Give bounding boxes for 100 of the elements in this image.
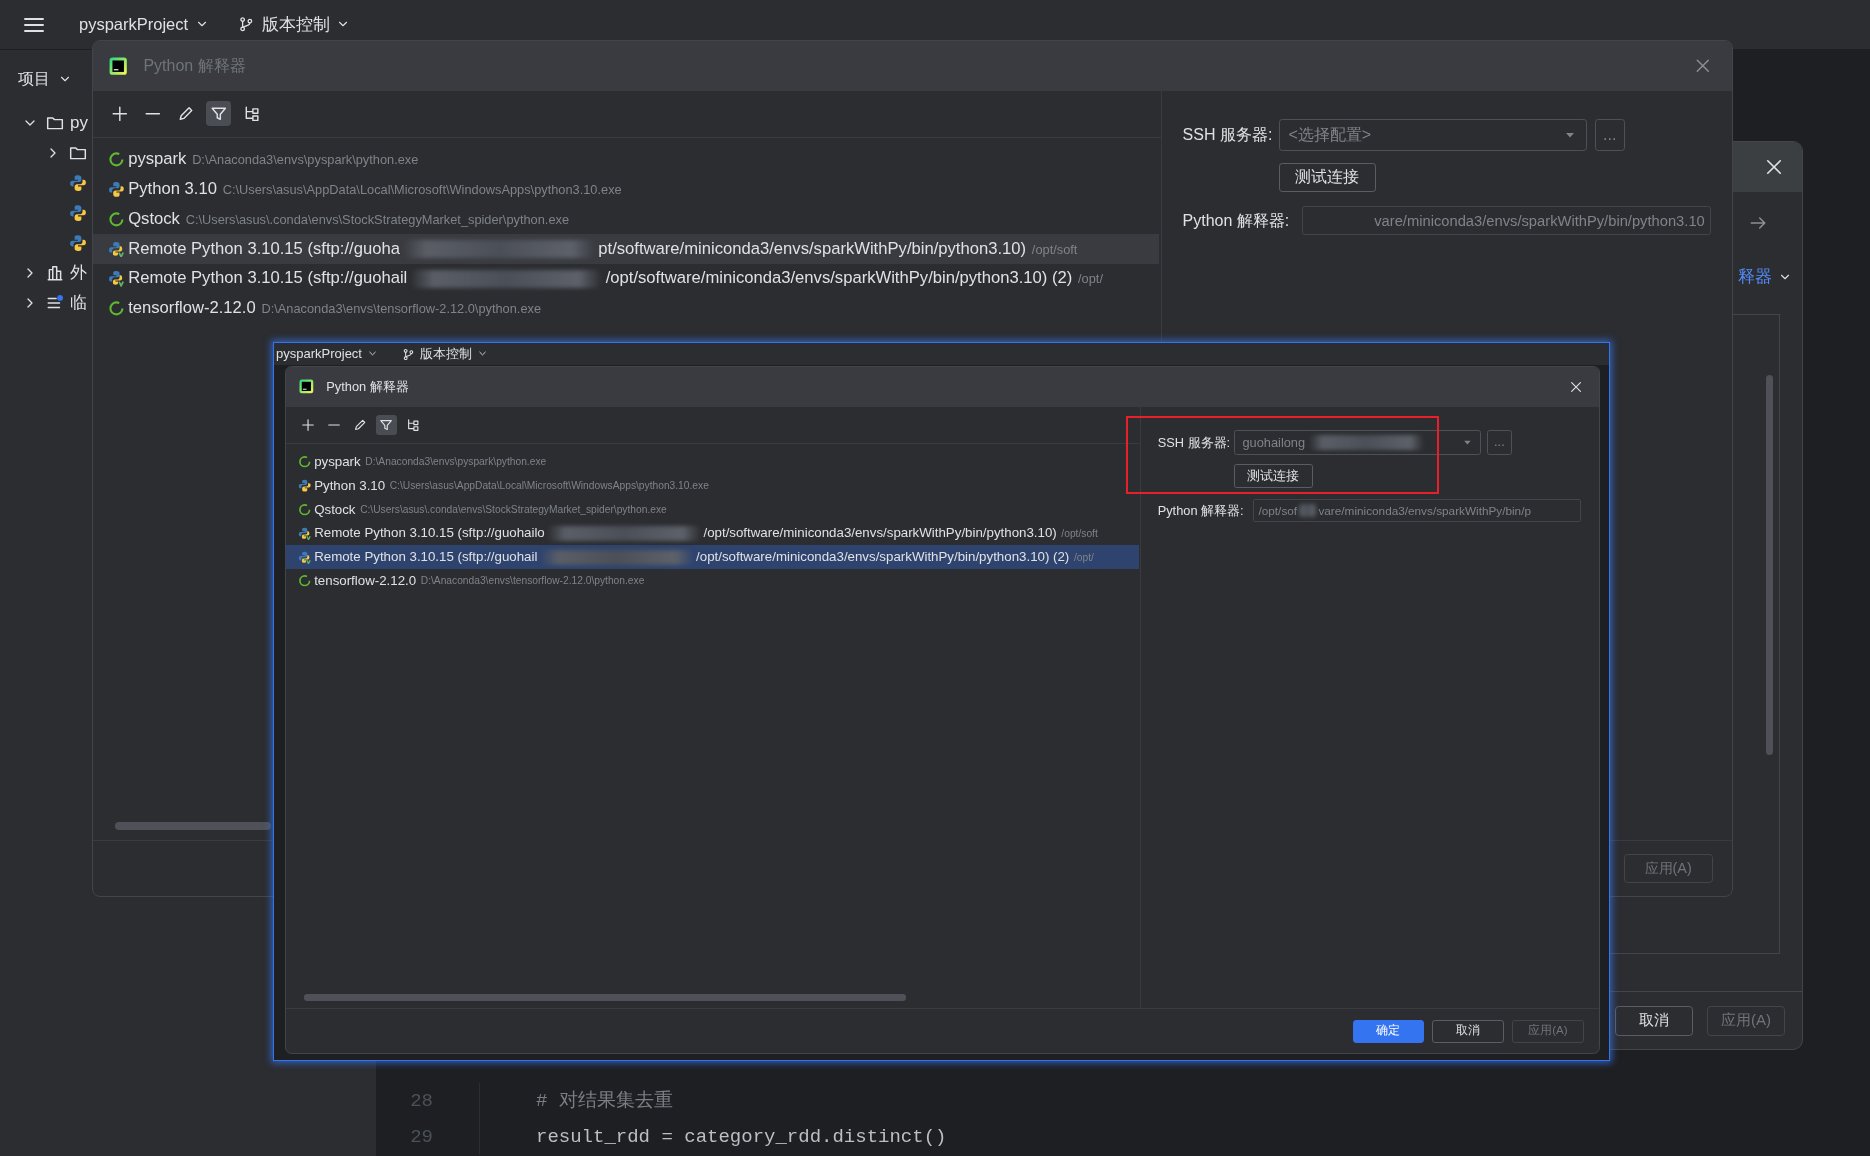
bar-chart-icon	[46, 264, 64, 282]
tree-icon[interactable]	[405, 418, 420, 433]
interpreter-row[interactable]: Python 3.10 C:\Users\asus\AppData\Local\Microsoft\WindowsApps\python3.10.exe	[93, 174, 1160, 205]
interpreter-path: C:\Users\asus\.conda\envs\StockStrategyMarket_spider\python.exe	[185, 210, 570, 229]
dialog-button[interactable]: 取消	[1615, 1005, 1693, 1036]
field-value: vare/miniconda3/envs/sparkWithPy/bin/p	[1318, 502, 1531, 519]
code-line: result_rdd = category_rdd.distinct()	[536, 1124, 947, 1150]
field-label: SSH 服务器:	[1157, 433, 1232, 452]
test-connection-button[interactable]: 测试连接	[1234, 464, 1313, 488]
interpreter-name: tensorflow-2.12.0	[314, 572, 417, 591]
tree-item[interactable]: 临	[0, 288, 87, 318]
branch-icon	[401, 347, 415, 361]
interpreter-row[interactable]: Qstock C:\Users\asus\.conda\envs\StockStrategyMarket_spider\python.exe	[93, 204, 1160, 235]
interpreter-row[interactable]: Python 3.10 C:\Users\asus\AppData\Local\Microsoft\WindowsApps\python3.10.exe	[286, 473, 1139, 498]
dialog-title: Python 解释器	[143, 55, 247, 76]
ssh-server-dropdown[interactable]: guohailong	[1234, 429, 1482, 456]
more-button[interactable]: ...	[1594, 119, 1625, 152]
branch-icon	[238, 16, 255, 33]
field-label: Python 解释器:	[1157, 502, 1245, 521]
panel-title[interactable]: 项目	[18, 67, 50, 91]
interpreter-name: Remote Python 3.10.15 (sftp://guohail	[128, 267, 408, 290]
interpreter-row[interactable]: Remote Python 3.10.15 (sftp://guohailo /opt/software/miniconda3/envs/sparkWithPy/bin/python3.10) /opt/soft	[286, 521, 1139, 546]
scrollbar[interactable]	[115, 822, 271, 831]
code-comment: # 对结果集去重	[536, 1088, 673, 1114]
field-label: SSH 服务器:	[1182, 125, 1274, 146]
scrollbar[interactable]	[303, 994, 906, 1001]
app-logo-icon	[109, 56, 128, 75]
interpreter-path: D:\Anaconda3\envs\tensorflow-2.12.0\python.exe	[261, 300, 541, 318]
project-name[interactable]: pysparkProject	[79, 12, 189, 37]
more-button[interactable]: ...	[1487, 429, 1512, 456]
vcs-menu[interactable]: 版本控制	[419, 344, 472, 364]
ring-icon	[298, 574, 312, 588]
interpreter-path-field[interactable]: /opt/sof vare/miniconda3/envs/sparkWithPy/bin/p	[1253, 498, 1581, 523]
interpreter-name: Remote Python 3.10.15 (sftp://guohailo	[314, 524, 545, 543]
close-icon[interactable]	[1764, 157, 1784, 177]
tree-label: py	[70, 112, 88, 135]
interpreter-name: /opt/software/miniconda3/envs/sparkWithPy/bin/python3.10) (2)	[605, 267, 1073, 290]
interpreter-row[interactable]: Remote Python 3.10.15 (sftp://guohail /opt/software/miniconda3/envs/sparkWithPy/bin/python3.10) (2) /opt/	[93, 263, 1160, 294]
interpreter-name: pt/software/miniconda3/envs/sparkWithPy/bin/python3.10)	[598, 237, 1027, 260]
tree-item[interactable]: 外	[0, 258, 87, 288]
interpreter-row[interactable]: Remote Python 3.10.15 (sftp://guohail /opt/software/miniconda3/envs/sparkWithPy/bin/python3.10) (2) /opt/	[286, 545, 1139, 570]
interpreter-row[interactable]: pyspark D:\Anaconda3\envs\pyspark\python.exe	[93, 144, 1160, 175]
field-value: /opt/sof	[1258, 502, 1298, 519]
folder-icon	[69, 144, 87, 162]
interpreter-path: /opt/soft	[1061, 526, 1098, 541]
interpreter-name: Remote Python 3.10.15 (sftp://guoha	[128, 237, 400, 260]
ok-button[interactable]: 确定	[1352, 1019, 1425, 1043]
python-badge-icon	[108, 240, 125, 258]
plus-icon[interactable]	[111, 104, 129, 123]
close-icon[interactable]	[1694, 57, 1712, 75]
dialog-button[interactable]: 取消	[1432, 1019, 1504, 1043]
filter-toggle[interactable]	[376, 414, 397, 436]
python-icon	[108, 181, 125, 198]
interpreter-row[interactable]: tensorflow-2.12.0 D:\Anaconda3\envs\tensorflow-2.12.0\python.exe	[93, 293, 1160, 324]
python-badge-icon	[298, 526, 312, 541]
interpreter-name: Qstock	[314, 500, 356, 519]
field-label: Python 解释器:	[1182, 210, 1291, 231]
interpreter-path: C:\Users\asus\AppData\Local\Microsoft\WindowsApps\python3.10.exe	[389, 479, 709, 494]
ssh-server-dropdown[interactable]: <选择配置>	[1278, 119, 1588, 152]
interpreter-row[interactable]: Qstock C:\Users\asus\.conda\envs\StockStrategyMarket_spider\python.exe	[286, 497, 1139, 522]
interpreter-row[interactable]: Remote Python 3.10.15 (sftp://guoha pt/software/miniconda3/envs/sparkWithPy/bin/python3.10) /opt/soft	[93, 234, 1160, 264]
dialog-title: Python 解释器	[326, 378, 410, 397]
test-connection-button[interactable]: 测试连接	[1278, 162, 1377, 193]
tree-item[interactable]: py	[0, 108, 88, 138]
scrollbar[interactable]	[1766, 375, 1773, 755]
filter-icon	[379, 418, 394, 433]
interpreter-path: /opt/	[1078, 270, 1103, 289]
folder-icon	[46, 114, 64, 132]
interpreter-path: D:\Anaconda3\envs\tensorflow-2.12.0\python.exe	[420, 574, 645, 589]
interpreter-row[interactable]: tensorflow-2.12.0 D:\Anaconda3\envs\tensorflow-2.12.0\python.exe	[286, 569, 1139, 593]
app-logo-icon	[298, 379, 314, 395]
interpreter-name: Python 3.10	[314, 476, 386, 495]
python-badge-icon	[298, 550, 312, 564]
interpreter-path: C:\Users\asus\AppData\Local\Microsoft\WindowsApps\python3.10.exe	[222, 181, 622, 199]
interpreter-path-field[interactable]: vare/miniconda3/envs/sparkWithPy/bin/python3.10	[1301, 205, 1712, 236]
link[interactable]: 释器	[1738, 264, 1772, 290]
close-icon[interactable]	[1568, 379, 1583, 394]
interpreter-name: pyspark	[314, 453, 361, 472]
interpreter-name: Qstock	[128, 207, 180, 230]
ring-icon	[298, 455, 312, 469]
interpreter-path: D:\Anaconda3\envs\pyspark\python.exe	[192, 151, 419, 170]
interpreter-path: C:\Users\asus\.conda\envs\StockStrategyMarket_spider\python.exe	[360, 503, 667, 517]
python-icon	[69, 204, 87, 222]
project-name[interactable]: pysparkProject	[276, 344, 362, 364]
field-value: vare/miniconda3/envs/sparkWithPy/bin/python3.10	[1374, 211, 1705, 231]
filter-toggle[interactable]	[205, 100, 232, 127]
interpreter-path: D:\Anaconda3\envs\pyspark\python.exe	[365, 455, 547, 470]
interpreter-name: pyspark	[128, 148, 187, 171]
interpreter-name: Python 3.10	[128, 178, 217, 201]
interpreter-row[interactable]: pyspark D:\Anaconda3\envs\pyspark\python.exe	[286, 450, 1139, 474]
vcs-menu[interactable]: 版本控制	[261, 12, 330, 37]
python-icon	[69, 234, 87, 252]
interpreter-name: Remote Python 3.10.15 (sftp://guohail	[314, 548, 538, 567]
interpreter-name: /opt/software/miniconda3/envs/sparkWithPy/bin/python3.10)	[703, 524, 1057, 543]
plus-icon[interactable]	[300, 418, 315, 433]
placeholder: <选择配置>	[1288, 125, 1372, 146]
python-badge-icon	[108, 270, 125, 288]
pencil-icon[interactable]	[353, 418, 368, 433]
arrow-right-icon[interactable]	[1749, 214, 1767, 232]
tree-label: 外	[70, 262, 87, 285]
